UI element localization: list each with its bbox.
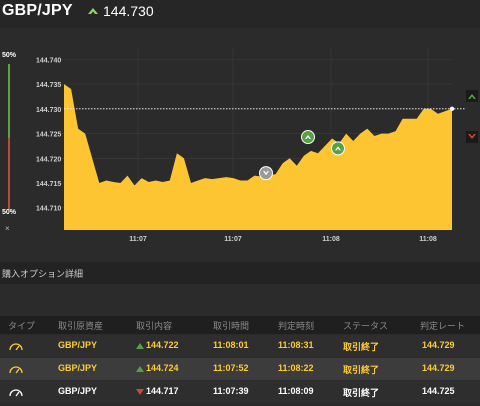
put-button[interactable]: [466, 131, 478, 143]
up-arrow-icon: [136, 366, 144, 372]
entry-rate-cell: 144.717: [146, 386, 179, 396]
column-header-type: タイプ: [8, 321, 36, 331]
status-cell: 取引終了: [343, 342, 380, 352]
trade-time-cell: 11:07:39: [213, 386, 249, 396]
table-row[interactable]: GBP/JPY 144.722 11:08:01 11:08:31 取引終了 1…: [0, 335, 480, 357]
call-button[interactable]: [466, 90, 478, 102]
column-header-rate: 判定レート: [420, 321, 466, 331]
x-tick-label: 11:08: [419, 236, 437, 243]
column-header-judge-time: 判定時刻: [278, 321, 315, 331]
up-arrow-icon: [468, 94, 476, 99]
y-tick-label: 144.730: [36, 107, 61, 114]
asset-cell: GBP/JPY: [58, 386, 98, 396]
column-header-time: 取引時間: [213, 321, 250, 331]
x-tick-label: 11:07: [129, 236, 147, 243]
up-arrow-icon: [136, 343, 144, 349]
timer-gauge-icon: [9, 343, 23, 351]
y-tick-label: 144.735: [36, 82, 61, 89]
y-tick-label: 144.720: [36, 156, 61, 163]
down-arrow-icon: [468, 134, 476, 139]
timer-gauge-icon: [9, 366, 23, 374]
x-tick-label: 11:08: [322, 236, 340, 243]
judge-time-cell: 11:08:22: [278, 363, 314, 373]
table-row[interactable]: GBP/JPY 144.724 11:07:52 11:08:22 取引終了 1…: [0, 358, 480, 380]
asset-cell: GBP/JPY: [58, 340, 98, 350]
entry-rate-cell: 144.722: [146, 340, 179, 350]
trade-time-cell: 11:08:01: [213, 340, 249, 350]
final-rate-cell: 144.729: [422, 340, 455, 350]
purchase-details-header: 購入オプション詳細: [0, 262, 480, 284]
y-tick-label: 144.725: [36, 132, 61, 139]
status-cell: 取引終了: [343, 388, 380, 398]
final-rate-cell: 144.729: [422, 363, 455, 373]
x-tick-label: 11:07: [224, 236, 242, 243]
asset-cell: GBP/JPY: [58, 363, 98, 373]
entry-rate-cell: 144.724: [146, 363, 179, 373]
column-header-content: 取引内容: [136, 321, 173, 331]
table-header: タイプ 取引原資産 取引内容 取引時間 判定時刻 ステータス 判定レート: [0, 316, 480, 334]
y-tick-label: 144.715: [36, 181, 61, 188]
y-tick-label: 144.710: [36, 206, 61, 213]
y-tick-label: 144.740: [36, 57, 61, 64]
column-header-asset: 取引原資産: [58, 321, 104, 331]
judge-time-cell: 11:08:09: [278, 386, 314, 396]
status-cell: 取引終了: [343, 365, 380, 375]
current-price-dot: [449, 106, 455, 112]
column-header-status: ステータス: [343, 321, 389, 331]
trade-time-cell: 11:07:52: [213, 363, 249, 373]
section-title: 購入オプション詳細: [2, 269, 84, 279]
timer-gauge-icon: [9, 389, 23, 397]
final-rate-cell: 144.725: [422, 386, 455, 396]
table-row[interactable]: GBP/JPY 144.717 11:07:39 11:08:09 取引終了 1…: [0, 381, 480, 403]
down-arrow-icon: [136, 389, 144, 395]
price-chart: 144.740 144.735 144.730 144.725 144.720 144.7…: [36, 47, 466, 243]
judge-time-cell: 11:08:31: [278, 340, 314, 350]
